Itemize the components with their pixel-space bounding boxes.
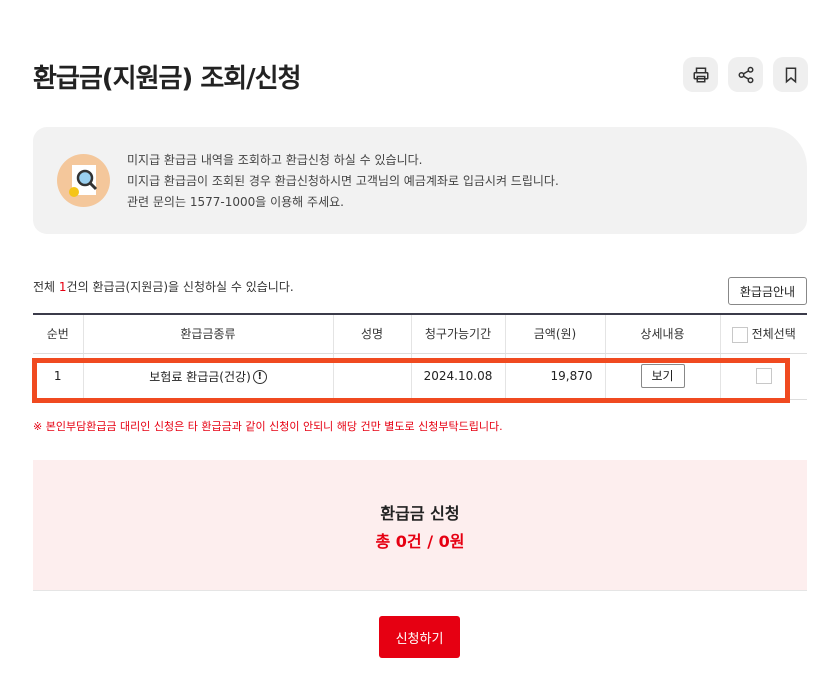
printer-icon [693, 67, 708, 82]
bookmark-icon [785, 67, 796, 83]
page-title: 환급금(지원금) 조회/신청 [33, 64, 302, 94]
apply-button[interactable]: 신청하기 [379, 616, 460, 658]
info-circle-icon[interactable]: ! [252, 370, 267, 384]
row-type: 보험료 환급금(건강)! [82, 353, 333, 400]
header-period: 청구가능기간 [410, 313, 505, 354]
row-period: 2024.10.08 [410, 353, 505, 400]
result-count: 전체 1건의 환급금(지원금)을 신청하실 수 있습니다. [33, 280, 294, 294]
info-text: 미지급 환급금 내역을 조회하고 환급신청 하실 수 있습니다. 미지급 환급금… [127, 153, 559, 209]
row-amount: 19,870 [504, 353, 605, 400]
select-all-checkbox[interactable] [731, 326, 748, 343]
row-checkbox[interactable] [755, 368, 772, 384]
row-no: 1 [33, 353, 83, 400]
view-detail-button[interactable]: 보기 [640, 364, 685, 388]
refund-guide-button[interactable]: 환급금안내 [728, 277, 807, 305]
summary-title: 환급금 신청 [380, 504, 460, 523]
share-icon [738, 66, 753, 83]
refund-table: 순번 환급금종류 성명 청구가능기간 금액(원) 상세내용 전체선택 1 보험료… [33, 313, 807, 400]
header-no: 순번 [33, 313, 83, 354]
select-all-label: 전체선택 [751, 327, 796, 341]
table-row: 1 보험료 환급금(건강)! 2024.10.08 19,870 보기 [33, 353, 807, 400]
header-amount: 금액(원) [504, 313, 605, 354]
application-summary: 환급금 신청 총 0건 / 0원 [33, 460, 807, 591]
row-name [332, 353, 411, 400]
print-button[interactable] [683, 57, 718, 92]
bookmark-button[interactable] [773, 57, 808, 92]
header-type: 환급금종류 [82, 313, 333, 354]
header-select-all: 전체선택 [719, 313, 807, 354]
header-name: 성명 [332, 313, 411, 354]
row-detail: 보기 [604, 353, 720, 400]
row-select [719, 353, 807, 400]
summary-total: 총 0건 / 0원 [375, 532, 465, 551]
table-header: 순번 환급금종류 성명 청구가능기간 금액(원) 상세내용 전체선택 [33, 313, 807, 354]
info-box: 미지급 환급금 내역을 조회하고 환급신청 하실 수 있습니다. 미지급 환급금… [33, 127, 807, 234]
share-button[interactable] [728, 57, 763, 92]
header-detail: 상세내용 [604, 313, 720, 354]
notice-text: ※ 본인부담환급금 대리인 신청은 타 환급금과 같이 신청이 안되니 해당 건… [33, 420, 503, 433]
magnifier-document-icon [57, 154, 110, 207]
